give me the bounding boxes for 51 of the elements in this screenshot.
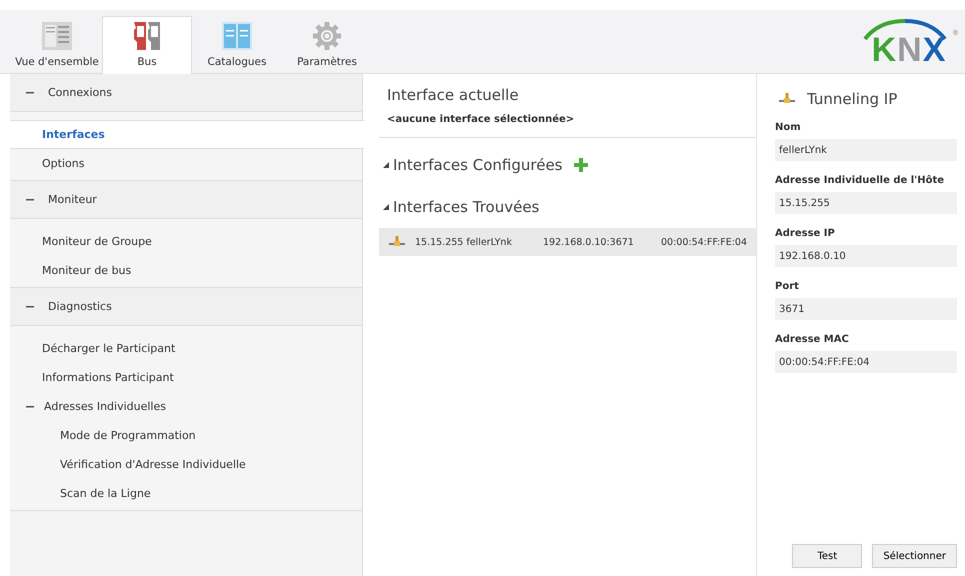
row-mac: 00:00:54:FF:FE:04: [661, 236, 748, 248]
expanded-triangle-icon[interactable]: [383, 204, 389, 210]
node-label: Adresses Individuelles: [44, 400, 166, 413]
readonly-field: 192.168.0.10: [775, 245, 957, 267]
nav-item[interactable]: Vérification d'Adresse Individuelle: [10, 450, 362, 479]
field-label: Port: [775, 281, 800, 292]
readonly-field: fellerLYnk: [775, 139, 957, 161]
current-interface: <aucune interface sélectionnée>: [387, 114, 576, 125]
field-label: Adresse MAC: [775, 334, 850, 345]
settings-icon: [313, 22, 341, 50]
panels-icon: [132, 22, 162, 50]
section-title: Interfaces Trouvées: [393, 198, 540, 216]
ribbon-tab[interactable]: Vue d'ensemble: [12, 16, 102, 74]
readonly-field: 3671: [775, 298, 957, 320]
nav-item[interactable]: Moniteur de bus: [10, 256, 362, 285]
book-icon: [222, 22, 252, 50]
ribbon-tab[interactable]: Bus: [102, 16, 192, 74]
tree-node[interactable]: Adresses Individuelles: [10, 392, 362, 421]
row-ip: 192.168.0.10:3671: [543, 236, 635, 248]
ribbon-tab[interactable]: Paramètres: [282, 16, 372, 74]
nav-item[interactable]: Scan de la Ligne: [10, 479, 362, 508]
detail-title: Tunneling IP: [807, 90, 898, 108]
interface-row[interactable]: 15.15.255 fellerLYnk 192.168.0.10:3671 00:00:54:FF:FE:04: [379, 228, 756, 256]
network-icon: [779, 93, 795, 105]
group-label: Moniteur: [48, 193, 97, 206]
nav-item[interactable]: Mode de Programmation: [10, 421, 362, 450]
field-label: Adresse Individuelle de l'Hôte: [775, 175, 946, 186]
group-label: Connexions: [48, 86, 112, 99]
action-button[interactable]: Sélectionner: [872, 544, 957, 568]
row-name: 15.15.255 fellerLYnk: [415, 236, 513, 248]
expanded-triangle-icon[interactable]: [383, 162, 389, 168]
group-header[interactable]: Diagnostics: [10, 288, 362, 326]
group-header[interactable]: Connexions: [10, 74, 362, 112]
nav-item[interactable]: Options: [10, 149, 362, 178]
network-icon: [389, 236, 405, 248]
ribbon-tab[interactable]: Catalogues: [192, 16, 282, 74]
nav-item[interactable]: Interfaces: [10, 120, 364, 149]
readonly-field: 15.15.255: [775, 192, 957, 214]
readonly-field: 00:00:54:FF:FE:04: [775, 351, 957, 373]
nav-item[interactable]: Décharger le Participant: [10, 334, 362, 363]
field-label: Adresse IP: [775, 228, 836, 239]
add-icon[interactable]: [574, 158, 588, 172]
nav-item[interactable]: Informations Participant: [10, 363, 362, 392]
section-title: Interface actuelle: [387, 86, 520, 104]
section-title: Interfaces Configurées: [393, 156, 562, 174]
field-label: Nom: [775, 122, 802, 133]
group-header[interactable]: Moniteur: [10, 181, 362, 219]
action-button[interactable]: Test: [792, 544, 862, 568]
nav-item[interactable]: Moniteur de Groupe: [10, 227, 362, 256]
document-icon: [42, 22, 72, 50]
group-label: Diagnostics: [48, 300, 112, 313]
